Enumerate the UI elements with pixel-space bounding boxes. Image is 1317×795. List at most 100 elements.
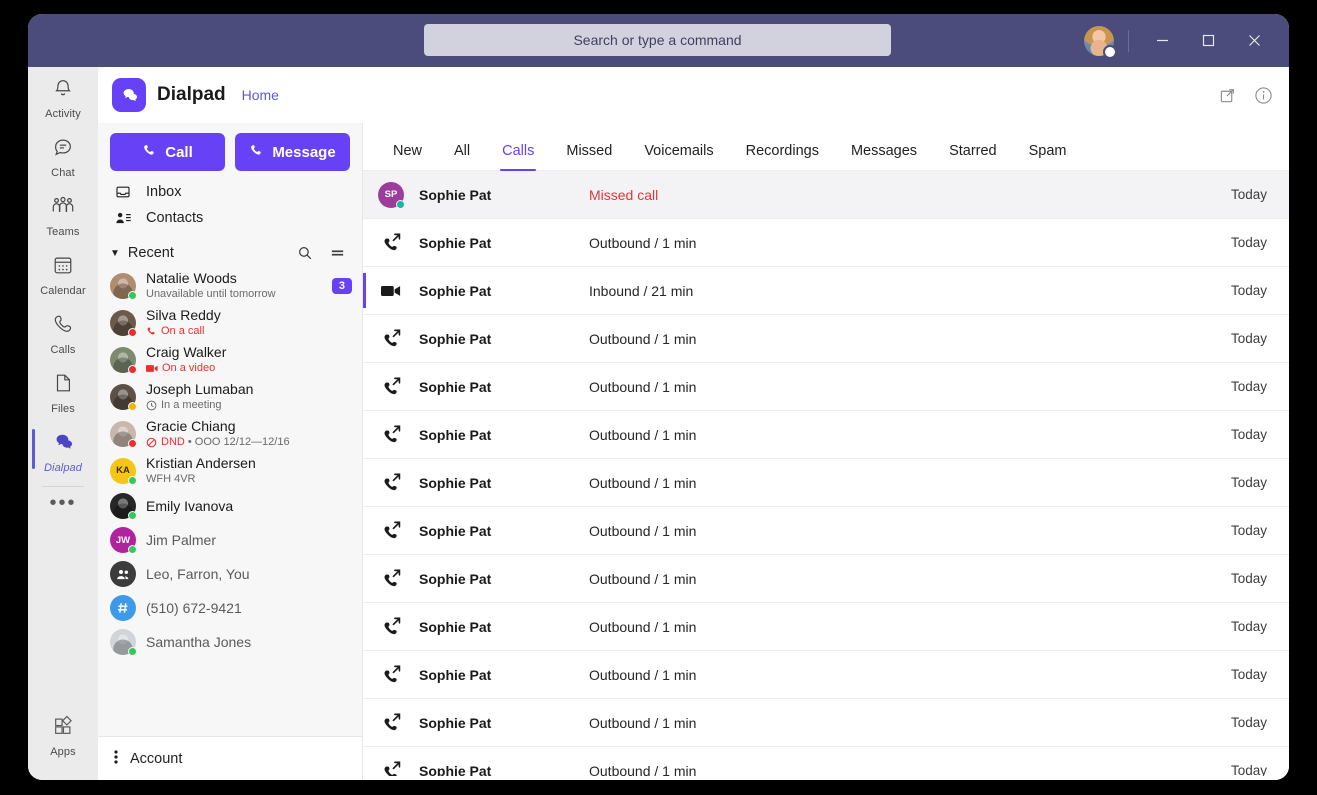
table-row[interactable]: Sophie PatOutbound / 1 minToday [363, 651, 1289, 699]
nav-item-label: Contacts [146, 210, 203, 226]
tab-spam[interactable]: Spam [1013, 143, 1083, 170]
outbound-call-icon [363, 233, 419, 252]
tab-calls[interactable]: Calls [486, 143, 550, 170]
info-icon[interactable] [1254, 86, 1273, 105]
avatar [110, 421, 136, 447]
chat-icon [52, 136, 74, 163]
contact-status-text: In a meeting [161, 398, 222, 412]
sidebar-item-calendar[interactable]: Calendar [28, 244, 98, 303]
table-row[interactable]: Sophie PatOutbound / 1 minToday [363, 411, 1289, 459]
list-item[interactable]: Joseph LumabanIn a meeting [98, 378, 362, 415]
presence-badge [128, 328, 137, 337]
search-input[interactable]: Search or type a command [424, 24, 891, 56]
breadcrumb-home[interactable]: Home [242, 87, 279, 103]
sidebar-item-chat[interactable]: Chat [28, 126, 98, 185]
call-detail: Missed call [589, 187, 1231, 203]
table-row[interactable]: Sophie PatOutbound / 1 minToday [363, 555, 1289, 603]
close-button[interactable] [1231, 14, 1277, 67]
sidebar-item-label: Chat [51, 167, 75, 179]
call-button[interactable]: Call [110, 133, 225, 171]
table-row[interactable]: Sophie PatOutbound / 1 minToday [363, 459, 1289, 507]
table-row[interactable]: Sophie PatOutbound / 1 minToday [363, 363, 1289, 411]
table-row[interactable]: Sophie PatOutbound / 1 minToday [363, 603, 1289, 651]
outbound-call-icon [363, 329, 419, 348]
video-icon [146, 364, 158, 373]
more-apps-button[interactable]: ••• [28, 489, 98, 513]
list-item[interactable]: Gracie ChiangDND • OOO 12/12—12/16 [98, 415, 362, 452]
sidebar-item-activity[interactable]: Activity [28, 67, 98, 126]
contact-status-text: On a call [161, 324, 204, 338]
list-item[interactable]: Silva ReddyOn a call [98, 304, 362, 341]
tab-starred[interactable]: Starred [933, 143, 1013, 170]
list-item[interactable]: Leo, Farron, You [98, 557, 362, 591]
contact-name: Leo, Farron, You [146, 566, 352, 583]
popout-icon[interactable] [1219, 87, 1236, 104]
minimize-button[interactable] [1139, 14, 1185, 67]
outbound-call-icon [363, 617, 419, 636]
call-timestamp: Today [1231, 283, 1267, 298]
window-controls [1084, 14, 1289, 67]
list-bottom-edge [363, 776, 1289, 780]
maximize-button[interactable] [1185, 14, 1231, 67]
account-button[interactable]: Account [98, 736, 362, 780]
contact-status-text: On a video [162, 361, 215, 375]
call-contact-name: Sophie Pat [419, 283, 589, 299]
phone-icon [142, 143, 157, 162]
kebab-menu-icon [114, 749, 118, 769]
list-item[interactable]: Samantha Jones [98, 625, 362, 659]
table-row[interactable]: Sophie PatInbound / 21 minToday [363, 267, 1289, 315]
tab-messages[interactable]: Messages [835, 143, 933, 170]
contact-status: On a video [146, 361, 352, 375]
call-detail: Outbound / 1 min [589, 475, 1231, 491]
list-item[interactable]: Emily Ivanova [98, 489, 362, 523]
avatar [110, 347, 136, 373]
sidebar-item-dialpad[interactable]: Dialpad [28, 421, 98, 480]
list-item[interactable]: (510) 672-9421 [98, 591, 362, 625]
call-timestamp: Today [1231, 187, 1267, 202]
chevron-down-icon[interactable]: ▼ [110, 248, 120, 259]
table-row[interactable]: SPSophie PatMissed callToday [363, 171, 1289, 219]
nav-item-contacts[interactable]: Contacts [98, 205, 362, 231]
outbound-call-icon [363, 377, 419, 396]
contact-text: Jim Palmer [146, 532, 352, 549]
teams-window: Search or type a command [28, 14, 1289, 780]
list-item[interactable]: KAKristian AndersenWFH 4VR [98, 452, 362, 489]
tab-new[interactable]: New [377, 143, 438, 170]
call-contact-name: Sophie Pat [419, 523, 589, 539]
list-item[interactable]: JWJim Palmer [98, 523, 362, 557]
outbound-call-icon [363, 521, 419, 540]
sidebar-item-calls[interactable]: Calls [28, 303, 98, 362]
presence-badge [128, 439, 137, 448]
sidebar-item-teams[interactable]: Teams [28, 185, 98, 244]
app-header: Dialpad Home [98, 67, 1289, 123]
call-contact-name: Sophie Pat [419, 331, 589, 347]
rail-divider [42, 486, 84, 487]
call-timestamp: Today [1231, 379, 1267, 394]
avatar-image [110, 561, 136, 587]
avatar [110, 595, 136, 621]
search-icon[interactable] [293, 245, 317, 261]
message-button[interactable]: Message [235, 133, 350, 171]
call-detail: Outbound / 1 min [589, 571, 1231, 587]
tab-bar: NewAllCallsMissedVoicemailsRecordingsMes… [363, 123, 1289, 171]
table-row[interactable]: Sophie PatOutbound / 1 minToday [363, 315, 1289, 363]
filter-icon[interactable] [325, 245, 350, 261]
contact-name: Craig Walker [146, 344, 352, 361]
presence-badge [128, 476, 137, 485]
table-row[interactable]: Sophie PatOutbound / 1 minToday [363, 507, 1289, 555]
list-item[interactable]: Craig WalkerOn a video [98, 341, 362, 378]
tab-missed[interactable]: Missed [550, 143, 628, 170]
sidebar-item-apps[interactable]: Apps [28, 705, 98, 764]
list-item[interactable]: Natalie WoodsUnavailable until tomorrow3 [98, 267, 362, 304]
clock-icon [146, 400, 157, 411]
tab-recordings[interactable]: Recordings [730, 143, 835, 170]
user-avatar[interactable] [1084, 26, 1114, 56]
tab-all[interactable]: All [438, 143, 486, 170]
sidebar-item-label: Teams [47, 226, 80, 238]
nav-item-inbox[interactable]: Inbox [98, 179, 362, 205]
sidebar-item-label: Dialpad [44, 462, 82, 474]
table-row[interactable]: Sophie PatOutbound / 1 minToday [363, 699, 1289, 747]
table-row[interactable]: Sophie PatOutbound / 1 minToday [363, 219, 1289, 267]
tab-voicemails[interactable]: Voicemails [628, 143, 729, 170]
sidebar-item-files[interactable]: Files [28, 362, 98, 421]
